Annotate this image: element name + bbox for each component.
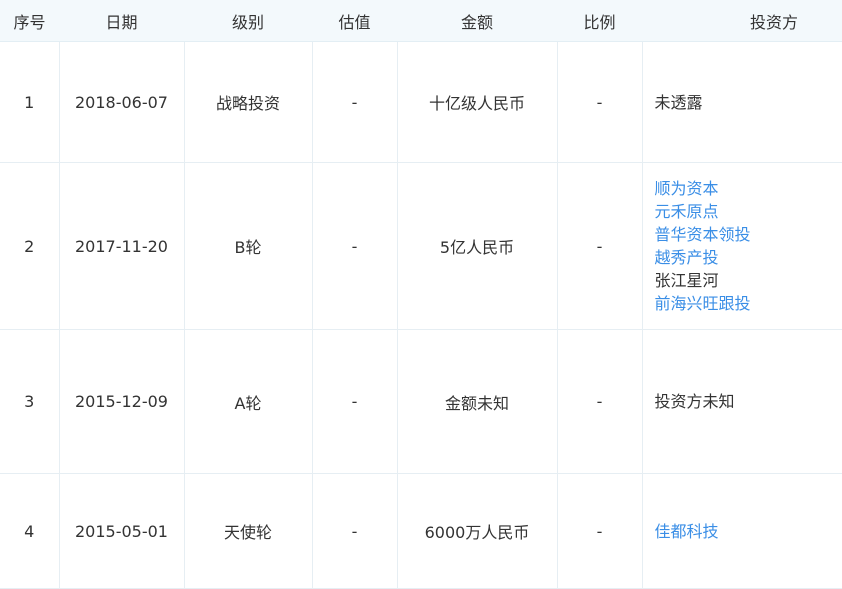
cell-index: 2 bbox=[0, 163, 59, 330]
investor-link[interactable]: 元禾原点 bbox=[655, 200, 842, 223]
cell-investors: 佳都科技 bbox=[642, 474, 842, 589]
cell-ratio: - bbox=[557, 474, 642, 589]
header-amount: 金额 bbox=[397, 0, 557, 42]
table-row: 3 2015-12-09 A轮 - 金额未知 - 投资方未知 bbox=[0, 330, 842, 474]
table-body: 1 2018-06-07 战略投资 - 十亿级人民币 - 未透露 2 2017-… bbox=[0, 42, 842, 589]
cell-level: B轮 bbox=[184, 163, 312, 330]
header-row: 序号 日期 级别 估值 金额 比例 投资方 bbox=[0, 0, 842, 42]
header-investors: 投资方 bbox=[642, 0, 842, 42]
cell-amount: 十亿级人民币 bbox=[397, 42, 557, 163]
table-row: 1 2018-06-07 战略投资 - 十亿级人民币 - 未透露 bbox=[0, 42, 842, 163]
cell-amount: 金额未知 bbox=[397, 330, 557, 474]
table-row: 4 2015-05-01 天使轮 - 6000万人民币 - 佳都科技 bbox=[0, 474, 842, 589]
cell-index: 1 bbox=[0, 42, 59, 163]
cell-date: 2017-11-20 bbox=[59, 163, 184, 330]
investor-link[interactable]: 顺为资本 bbox=[655, 177, 842, 200]
cell-date: 2015-05-01 bbox=[59, 474, 184, 589]
header-level: 级别 bbox=[184, 0, 312, 42]
cell-level: A轮 bbox=[184, 330, 312, 474]
investor-link[interactable]: 越秀产投 bbox=[655, 246, 842, 269]
cell-index: 3 bbox=[0, 330, 59, 474]
investor-text: 张江星河 bbox=[655, 269, 842, 292]
header-index: 序号 bbox=[0, 0, 59, 42]
cell-level: 战略投资 bbox=[184, 42, 312, 163]
cell-ratio: - bbox=[557, 163, 642, 330]
cell-investors: 顺为资本 元禾原点 普华资本领投 越秀产投 张江星河 前海兴旺跟投 bbox=[642, 163, 842, 330]
cell-index: 4 bbox=[0, 474, 59, 589]
cell-amount: 6000万人民币 bbox=[397, 474, 557, 589]
cell-valuation: - bbox=[312, 163, 397, 330]
table-row: 2 2017-11-20 B轮 - 5亿人民币 - 顺为资本 元禾原点 普华资本… bbox=[0, 163, 842, 330]
cell-investors: 未透露 bbox=[642, 42, 842, 163]
cell-investors: 投资方未知 bbox=[642, 330, 842, 474]
header-date: 日期 bbox=[59, 0, 184, 42]
cell-valuation: - bbox=[312, 330, 397, 474]
investor-text: 未透露 bbox=[655, 91, 842, 114]
cell-ratio: - bbox=[557, 330, 642, 474]
header-valuation: 估值 bbox=[312, 0, 397, 42]
investor-link[interactable]: 前海兴旺跟投 bbox=[655, 292, 842, 315]
cell-level: 天使轮 bbox=[184, 474, 312, 589]
cell-valuation: - bbox=[312, 42, 397, 163]
investor-link[interactable]: 佳都科技 bbox=[655, 520, 842, 543]
table-header: 序号 日期 级别 估值 金额 比例 投资方 bbox=[0, 0, 842, 42]
cell-date: 2018-06-07 bbox=[59, 42, 184, 163]
cell-date: 2015-12-09 bbox=[59, 330, 184, 474]
header-ratio: 比例 bbox=[557, 0, 642, 42]
investor-link[interactable]: 普华资本领投 bbox=[655, 223, 842, 246]
cell-valuation: - bbox=[312, 474, 397, 589]
funding-table: 序号 日期 级别 估值 金额 比例 投资方 1 2018-06-07 战略投资 … bbox=[0, 0, 842, 589]
investor-text: 投资方未知 bbox=[655, 390, 842, 413]
cell-amount: 5亿人民币 bbox=[397, 163, 557, 330]
cell-ratio: - bbox=[557, 42, 642, 163]
